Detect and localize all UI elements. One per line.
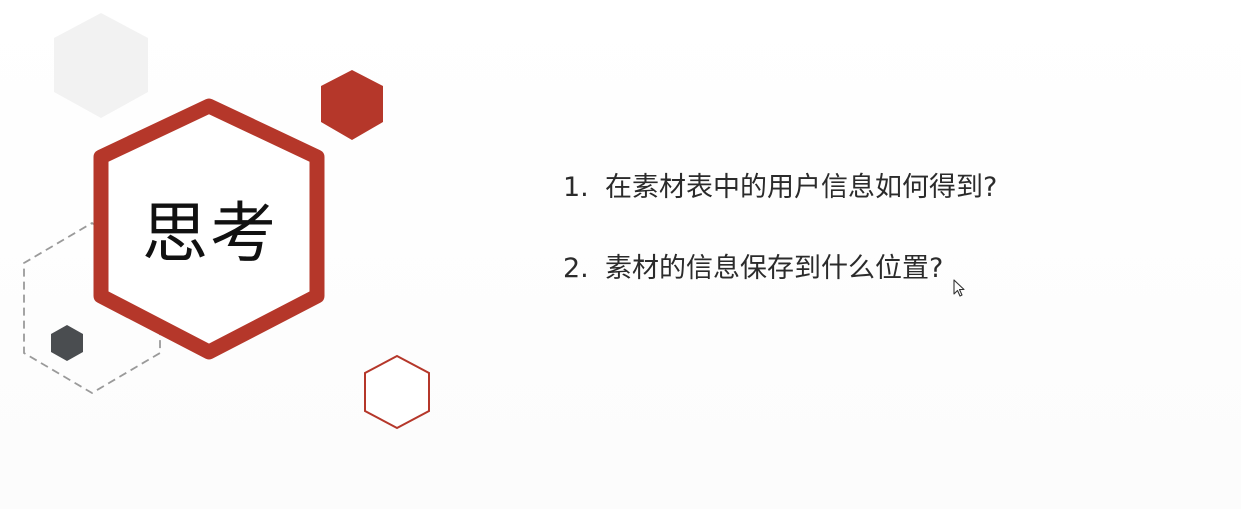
- question-list: 1. 在素材表中的用户信息如何得到? 2. 素材的信息保存到什么位置?: [563, 168, 997, 330]
- slide: 思考 1. 在素材表中的用户信息如何得到? 2. 素材的信息保存到什么位置?: [0, 0, 1241, 509]
- slide-title: 思考: [142, 195, 278, 272]
- mouse-pointer-icon: [953, 279, 965, 297]
- question-number: 1.: [563, 172, 589, 203]
- question-item: 1. 在素材表中的用户信息如何得到?: [563, 168, 997, 208]
- question-text: 在素材表中的用户信息如何得到?: [605, 172, 998, 203]
- solid-red-hexagon: [321, 70, 383, 140]
- question-text: 素材的信息保存到什么位置?: [605, 253, 944, 284]
- light-gray-hexagon: [54, 13, 148, 118]
- outline-red-hexagon: [364, 354, 430, 430]
- question-number: 2.: [563, 253, 589, 284]
- dark-gray-hexagon: [51, 325, 83, 361]
- question-item: 2. 素材的信息保存到什么位置?: [563, 249, 997, 289]
